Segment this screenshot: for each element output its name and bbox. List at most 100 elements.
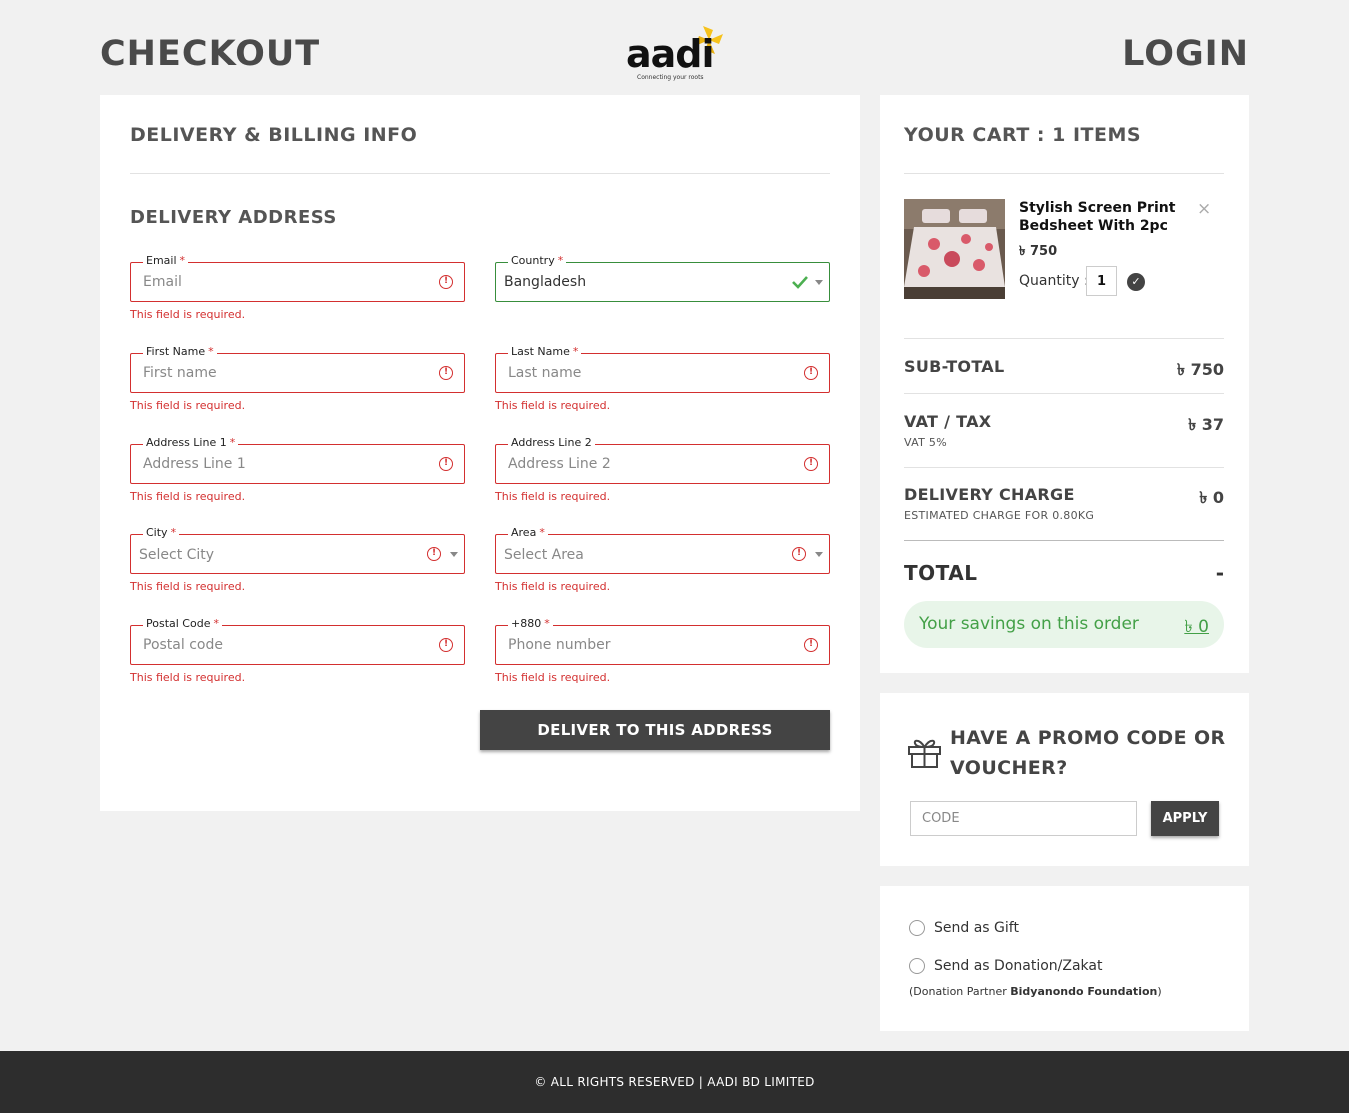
error-icon: ! (439, 366, 453, 380)
bedsheet-image (904, 199, 1005, 299)
send-as-donation-option[interactable]: Send as Donation/Zakat (909, 958, 1102, 974)
vat-label: VAT / TAX (904, 412, 992, 431)
total-value: - (1215, 561, 1224, 585)
footer: © ALL RIGHTS RESERVED | AADI BD LIMITED (0, 1051, 1349, 1113)
promo-title: HAVE A PROMO CODE OR VOUCHER? (950, 727, 1226, 779)
promo-card: HAVE A PROMO CODE OR VOUCHER? APPLY (880, 693, 1249, 866)
billing-heading: DELIVERY & BILLING INFO (130, 124, 418, 146)
phone-field: +880* ! (495, 617, 830, 665)
country-value: Bangladesh (504, 274, 587, 290)
savings-label: Your savings on this order (919, 614, 1139, 634)
error-icon: ! (804, 366, 818, 380)
apply-button[interactable]: APPLY (1151, 801, 1219, 836)
last-name-input[interactable] (508, 354, 778, 392)
order-options-card: Send as Gift Send as Donation/Zakat (Don… (880, 886, 1249, 1031)
cart-divider (904, 338, 1224, 339)
error-icon: ! (439, 638, 453, 652)
address-line-2-field: Address Line 2 ! (495, 436, 830, 484)
country-label: Country * (508, 254, 567, 267)
error-icon: ! (792, 547, 806, 561)
savings-banner: Your savings on this order ৳ 0 (904, 601, 1224, 648)
city-error: This field is required. (130, 580, 246, 593)
logo-wordmark: aadi (626, 32, 715, 76)
product-name[interactable]: Stylish Screen Print Bedsheet With 2pc (1019, 199, 1179, 235)
address-line-1-field: Address Line 1* ! (130, 436, 465, 484)
email-field: Email* ! (130, 254, 465, 302)
cart-divider (904, 173, 1224, 174)
radio-button[interactable] (909, 920, 925, 936)
product-thumbnail[interactable] (904, 199, 1005, 299)
area-placeholder: Select Area (504, 547, 584, 563)
close-icon[interactable]: × (1197, 201, 1211, 218)
area-error: This field is required. (495, 580, 611, 593)
subtotal-label: SUB-TOTAL (904, 357, 1005, 376)
quantity-label: Quantity : (1019, 273, 1089, 289)
logo-tagline: Connecting your roots (637, 74, 704, 81)
first-name-field: First Name* ! (130, 345, 465, 393)
chevron-down-icon (815, 552, 823, 557)
area-select[interactable]: Area * Select Area ! (495, 526, 830, 574)
promo-code-input[interactable] (910, 801, 1137, 836)
partner-name: Bidyanondo Foundation (1010, 985, 1158, 998)
product-price: ৳ 750 (1019, 244, 1058, 259)
error-icon: ! (804, 457, 818, 471)
subtotal-value: ৳ 750 (1177, 360, 1224, 379)
last-name-error: This field is required. (495, 399, 611, 412)
cart-divider (904, 540, 1224, 541)
postal-code-error: This field is required. (130, 671, 246, 684)
delivery-address-heading: DELIVERY ADDRESS (130, 207, 337, 228)
copyright-text: © ALL RIGHTS RESERVED | AADI BD LIMITED (534, 1075, 815, 1089)
page-header: CHECKOUT aadi Connecting your roots LOGI… (100, 20, 1249, 86)
total-label: TOTAL (904, 561, 978, 585)
radio-button[interactable] (909, 958, 925, 974)
error-icon: ! (804, 638, 818, 652)
error-icon: ! (439, 457, 453, 471)
email-error: This field is required. (130, 308, 246, 321)
send-as-gift-label: Send as Gift (934, 920, 1019, 936)
postal-code-field: Postal Code* ! (130, 617, 465, 665)
billing-card: DELIVERY & BILLING INFO DELIVERY ADDRESS… (100, 95, 860, 811)
chevron-down-icon (450, 552, 458, 557)
login-link[interactable]: LOGIN (1122, 34, 1249, 74)
cart-card: YOUR CART : 1 ITEMS Stylish Screen Print… (880, 95, 1249, 673)
billing-divider (130, 173, 830, 174)
first-name-input[interactable] (143, 354, 413, 392)
vat-note: VAT 5% (904, 436, 947, 449)
aadi-logo[interactable]: aadi Connecting your roots (624, 22, 726, 84)
chevron-down-icon (815, 280, 823, 285)
email-input[interactable] (143, 263, 413, 301)
quantity-input[interactable] (1086, 266, 1117, 296)
donation-partner-note: (Donation Partner Bidyanondo Foundation) (909, 985, 1162, 998)
delivery-charge-note: ESTIMATED CHARGE FOR 0.80KG (904, 509, 1095, 522)
check-circle-icon[interactable]: ✓ (1127, 273, 1145, 291)
error-icon: ! (427, 547, 441, 561)
city-select[interactable]: City * Select City ! (130, 526, 465, 574)
first-name-error: This field is required. (130, 399, 246, 412)
city-placeholder: Select City (139, 547, 215, 563)
phone-error: This field is required. (495, 671, 611, 684)
phone-input[interactable] (508, 626, 778, 664)
area-label: Area * (508, 526, 548, 539)
last-name-field: Last Name* ! (495, 345, 830, 393)
delivery-charge-value: ৳ 0 (1199, 488, 1224, 507)
address-line-1-input[interactable] (143, 445, 413, 483)
gift-icon (908, 739, 941, 768)
check-icon (792, 276, 808, 289)
address-line-2-error: This field is required. (495, 490, 611, 503)
cart-divider (904, 467, 1224, 468)
city-label: City * (143, 526, 180, 539)
cart-divider (904, 393, 1224, 394)
vat-value: ৳ 37 (1188, 415, 1224, 434)
cart-heading: YOUR CART : 1 ITEMS (904, 124, 1142, 146)
savings-value[interactable]: ৳ 0 (1184, 614, 1209, 642)
error-icon: ! (439, 275, 453, 289)
deliver-to-address-button[interactable]: DELIVER TO THIS ADDRESS (480, 710, 830, 750)
delivery-charge-label: DELIVERY CHARGE (904, 485, 1075, 504)
postal-code-input[interactable] (143, 626, 413, 664)
page-title: CHECKOUT (100, 34, 321, 74)
address-line-1-error: This field is required. (130, 490, 246, 503)
send-as-donation-label: Send as Donation/Zakat (934, 958, 1103, 974)
country-select[interactable]: Country * Bangladesh (495, 254, 830, 302)
address-line-2-input[interactable] (508, 445, 778, 483)
send-as-gift-option[interactable]: Send as Gift (909, 920, 1019, 936)
